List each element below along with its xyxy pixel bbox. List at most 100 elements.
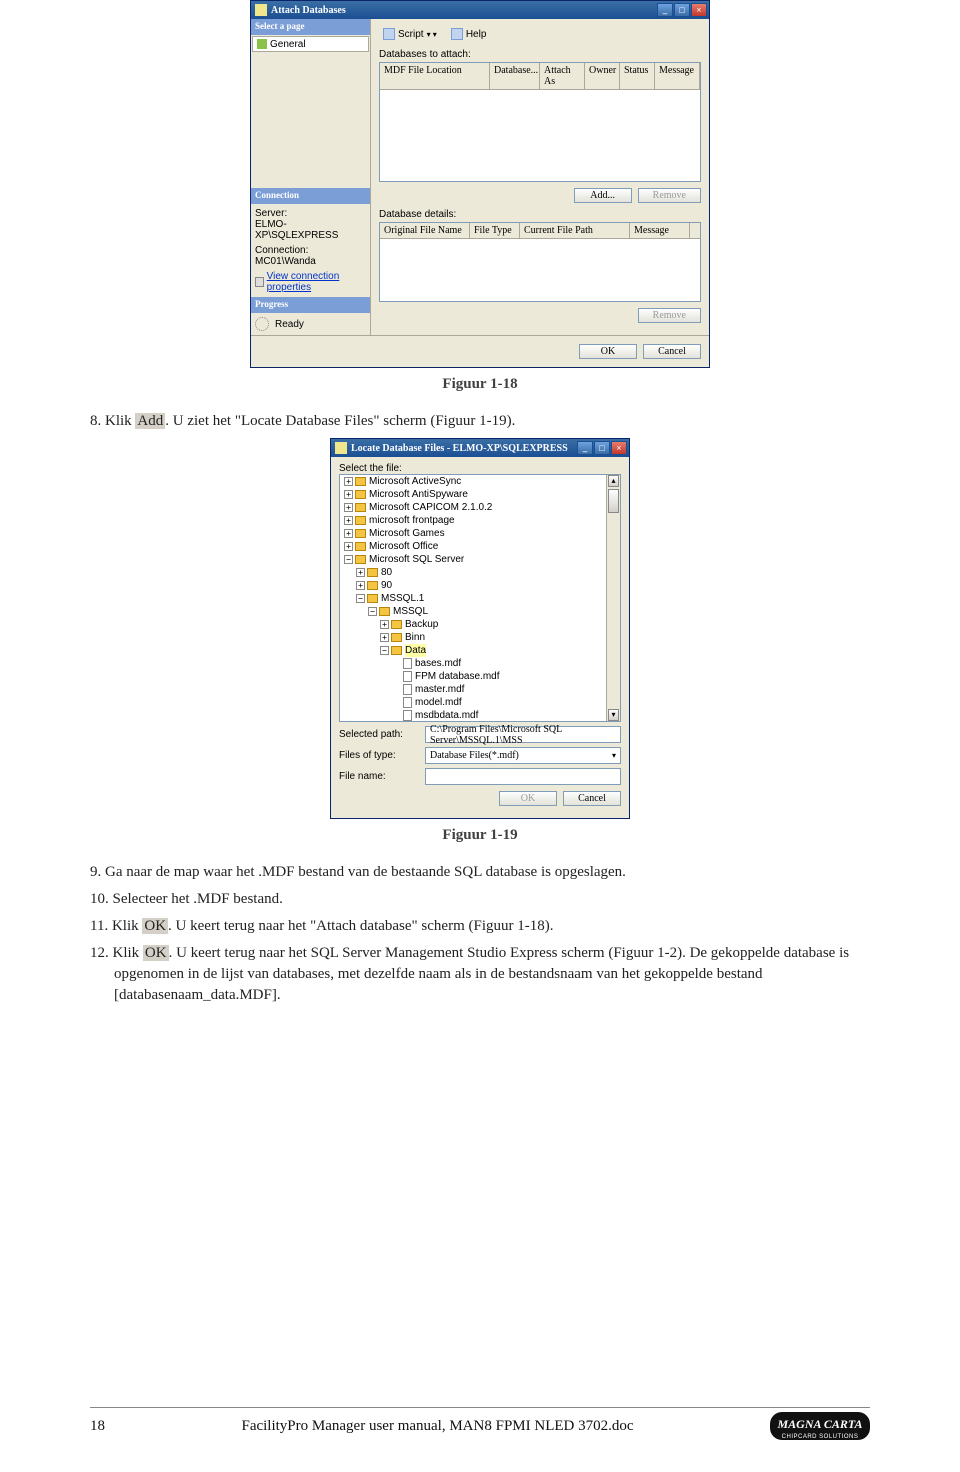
remove-button[interactable]: Remove bbox=[638, 188, 701, 203]
tree-file[interactable]: bases.mdf bbox=[392, 657, 620, 670]
tree-expander[interactable]: + bbox=[356, 581, 365, 590]
tree-expander[interactable]: + bbox=[380, 633, 389, 642]
grid-header-cell[interactable]: Owner bbox=[585, 63, 620, 89]
tree-folder[interactable]: −MSSQL.1−MSSQL+Backup+Binn−Databases.mdf… bbox=[356, 592, 620, 722]
dialog-title: Attach Databases bbox=[271, 5, 346, 16]
figure-1-19-caption: Figuur 1-19 bbox=[90, 827, 870, 844]
scroll-down-icon[interactable]: ▾ bbox=[608, 709, 619, 721]
progress-icon bbox=[255, 317, 269, 331]
tree-expander[interactable] bbox=[392, 685, 401, 694]
tree-folder[interactable]: +Backup bbox=[380, 618, 620, 631]
view-connection-properties-link[interactable]: View connection properties bbox=[255, 271, 366, 293]
file-tree[interactable]: +Microsoft ActiveSync+Microsoft AntiSpyw… bbox=[339, 474, 621, 722]
cancel-button[interactable]: Cancel bbox=[643, 344, 701, 359]
database-details-label: Database details: bbox=[379, 209, 701, 220]
dialog-titlebar[interactable]: Attach Databases _ □ × bbox=[251, 1, 709, 19]
tree-folder[interactable]: −MSSQL+Backup+Binn−Databases.mdfFPM data… bbox=[368, 605, 620, 722]
ok-button[interactable]: OK bbox=[579, 344, 637, 359]
tree-folder[interactable]: +Microsoft CAPICOM 2.1.0.2 bbox=[344, 501, 620, 514]
tree-expander[interactable]: + bbox=[380, 620, 389, 629]
tree-folder[interactable]: +90 bbox=[356, 579, 620, 592]
close-button[interactable]: × bbox=[611, 441, 627, 455]
grid-header-cell[interactable]: Message bbox=[655, 63, 700, 89]
minimize-button[interactable]: _ bbox=[657, 3, 673, 17]
tree-folder[interactable]: +Microsoft Office bbox=[344, 540, 620, 553]
tree-folder[interactable]: −Databases.mdfFPM database.mdfmaster.mdf… bbox=[380, 644, 620, 722]
grid-header-cell[interactable]: MDF File Location bbox=[380, 63, 490, 89]
progress-header: Progress bbox=[251, 297, 370, 313]
maximize-button[interactable]: □ bbox=[674, 3, 690, 17]
tree-expander[interactable]: − bbox=[368, 607, 377, 616]
select-page-header: Select a page bbox=[251, 19, 370, 35]
details-grid[interactable]: Original File NameFile TypeCurrent File … bbox=[379, 222, 701, 302]
tree-expander[interactable]: + bbox=[344, 503, 353, 512]
grid-header-cell[interactable]: Attach As bbox=[540, 63, 585, 89]
tree-expander[interactable]: + bbox=[344, 490, 353, 499]
script-button[interactable]: Script ▾ ▾ bbox=[379, 27, 441, 41]
tree-label: 80 bbox=[381, 566, 392, 579]
tree-label: Microsoft Games bbox=[369, 527, 445, 540]
file-icon bbox=[403, 697, 412, 708]
tree-expander[interactable]: − bbox=[356, 594, 365, 603]
maximize-button[interactable]: □ bbox=[594, 441, 610, 455]
tree-folder[interactable]: +Binn bbox=[380, 631, 620, 644]
tree-expander[interactable]: − bbox=[380, 646, 389, 655]
help-button[interactable]: Help bbox=[447, 27, 491, 41]
tree-folder[interactable]: +80 bbox=[356, 566, 620, 579]
tree-expander[interactable] bbox=[392, 659, 401, 668]
tree-label: bases.mdf bbox=[415, 657, 461, 670]
attach-grid[interactable]: MDF File LocationDatabase...Attach AsOwn… bbox=[379, 62, 701, 182]
tree-expander[interactable]: − bbox=[344, 555, 353, 564]
grid-header-cell[interactable]: Original File Name bbox=[380, 223, 470, 238]
tree-label: msdbdata.mdf bbox=[415, 709, 478, 722]
tree-folder[interactable]: +microsoft frontpage bbox=[344, 514, 620, 527]
tree-label: model.mdf bbox=[415, 696, 462, 709]
minimize-button[interactable]: _ bbox=[577, 441, 593, 455]
remove-detail-button[interactable]: Remove bbox=[638, 308, 701, 323]
tree-expander[interactable]: + bbox=[344, 477, 353, 486]
cancel-button[interactable]: Cancel bbox=[563, 791, 621, 806]
selected-path-input[interactable]: C:\Program Files\Microsoft SQL Server\MS… bbox=[425, 726, 621, 743]
grid-header-cell[interactable]: Message bbox=[630, 223, 690, 238]
tree-folder[interactable]: +Microsoft ActiveSync bbox=[344, 475, 620, 488]
close-button[interactable]: × bbox=[691, 3, 707, 17]
tree-file[interactable]: msdbdata.mdf bbox=[392, 709, 620, 722]
folder-icon bbox=[367, 594, 378, 603]
tree-file[interactable]: FPM database.mdf bbox=[392, 670, 620, 683]
tree-expander[interactable]: + bbox=[344, 529, 353, 538]
file-icon bbox=[403, 710, 412, 721]
add-button[interactable]: Add... bbox=[574, 188, 632, 203]
files-of-type-select[interactable]: Database Files(*.mdf) ▾ bbox=[425, 747, 621, 764]
tree-scrollbar[interactable]: ▴ ▾ bbox=[606, 475, 620, 721]
page-number: 18 bbox=[90, 1418, 105, 1435]
tree-file[interactable]: model.mdf bbox=[392, 696, 620, 709]
grid-header-cell[interactable]: File Type bbox=[470, 223, 520, 238]
file-name-input[interactable] bbox=[425, 768, 621, 785]
grid-header-cell[interactable]: Status bbox=[620, 63, 655, 89]
tree-file[interactable]: master.mdf bbox=[392, 683, 620, 696]
tree-folder[interactable]: + Microsoft Games bbox=[344, 527, 620, 540]
tree-expander[interactable]: + bbox=[356, 568, 365, 577]
tree-label: FPM database.mdf bbox=[415, 670, 499, 683]
grid-header-cell[interactable]: Current File Path bbox=[520, 223, 630, 238]
tree-expander[interactable] bbox=[392, 698, 401, 707]
folder-icon bbox=[355, 542, 366, 551]
tree-folder[interactable]: +Microsoft AntiSpyware bbox=[344, 488, 620, 501]
step-11: 11. Klik OK. U keert terug naar het "Att… bbox=[90, 916, 870, 937]
server-value: ELMO-XP\SQLEXPRESS bbox=[255, 219, 366, 241]
tree-expander[interactable] bbox=[392, 672, 401, 681]
tree-expander[interactable]: + bbox=[344, 516, 353, 525]
scroll-up-icon[interactable]: ▴ bbox=[608, 475, 619, 487]
tree-folder[interactable]: −Microsoft SQL Server+80+90−MSSQL.1−MSSQ… bbox=[344, 553, 620, 722]
ok-button[interactable]: OK bbox=[499, 791, 557, 806]
tree-expander[interactable] bbox=[392, 711, 401, 720]
locate-database-files-dialog: Locate Database Files - ELMO-XP\SQLEXPRE… bbox=[330, 438, 630, 819]
scroll-thumb[interactable] bbox=[608, 489, 619, 513]
ok-highlight: OK bbox=[143, 945, 169, 961]
grid-header-cell[interactable]: Database... bbox=[490, 63, 540, 89]
dialog2-titlebar[interactable]: Locate Database Files - ELMO-XP\SQLEXPRE… bbox=[331, 439, 629, 457]
file-icon bbox=[403, 671, 412, 682]
tree-expander[interactable]: + bbox=[344, 542, 353, 551]
sidebar-item-general[interactable]: General bbox=[252, 36, 369, 52]
folder-icon bbox=[355, 555, 366, 564]
